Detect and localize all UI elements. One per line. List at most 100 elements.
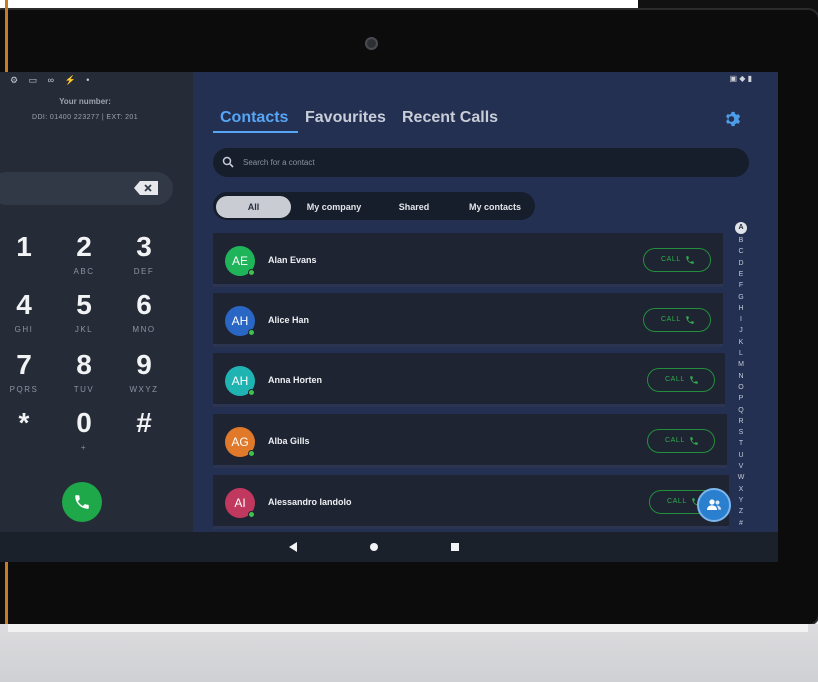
alphabet-letter[interactable]: T xyxy=(733,438,749,449)
alphabet-letter[interactable]: V xyxy=(733,461,749,472)
call-contact-button[interactable]: CALL xyxy=(643,308,711,332)
dial-key[interactable]: 2 ABC xyxy=(54,232,114,277)
status-bar-left: ⚙ ▭ ∞ ⚡ • xyxy=(10,75,94,85)
call-label: CALL xyxy=(665,376,685,383)
alphabet-letter[interactable]: J xyxy=(733,325,749,336)
alphabet-letter[interactable]: D xyxy=(733,258,749,269)
contacts-fab-button[interactable] xyxy=(697,488,731,522)
dial-key-digit: 7 xyxy=(16,349,32,380)
alphabet-letter[interactable]: X xyxy=(733,484,749,495)
dial-key-letters: JKL xyxy=(74,325,94,334)
contact-row[interactable]: AG Alba Gills CALL xyxy=(213,414,727,468)
alphabet-letter[interactable]: E xyxy=(733,269,749,280)
android-nav-bar xyxy=(0,532,778,562)
alphabet-letter[interactable]: P xyxy=(733,393,749,404)
alphabet-letter[interactable]: W xyxy=(733,472,749,483)
camera-icon xyxy=(365,37,378,50)
dial-key[interactable]: * xyxy=(0,408,54,443)
dial-key[interactable]: # xyxy=(114,408,174,443)
contact-name: Anna Horten xyxy=(268,375,322,385)
call-contact-button[interactable]: CALL xyxy=(647,368,715,392)
filter-shared[interactable]: Shared xyxy=(383,196,445,218)
alphabet-letter[interactable]: F xyxy=(733,280,749,291)
recents-icon[interactable] xyxy=(451,543,459,551)
presence-dot xyxy=(248,450,255,457)
dial-key-digit: 8 xyxy=(76,349,92,380)
presence-dot xyxy=(248,389,255,396)
dial-key[interactable]: 5 JKL xyxy=(54,290,114,335)
alphabet-letter[interactable]: K xyxy=(733,337,749,348)
dial-key[interactable]: 3 DEF xyxy=(114,232,174,277)
alphabet-letter[interactable]: Q xyxy=(733,405,749,416)
tab-favourites[interactable]: Favourites xyxy=(305,109,386,127)
tab-recent-calls[interactable]: Recent Calls xyxy=(402,109,498,127)
dial-key-letters: MNO xyxy=(132,325,156,334)
tablet-stand xyxy=(0,624,818,682)
alphabet-letter[interactable]: S xyxy=(733,427,749,438)
dial-key-digit: 1 xyxy=(16,231,32,262)
phone-icon xyxy=(75,495,89,509)
contact-name: Alba Gills xyxy=(268,436,310,446)
presence-dot xyxy=(248,511,255,518)
call-contact-button[interactable]: CALL xyxy=(643,248,711,272)
dial-key[interactable]: 6 MNO xyxy=(114,289,174,335)
alphabet-letter[interactable]: G xyxy=(733,292,749,303)
alphabet-letter[interactable]: O xyxy=(733,382,749,393)
alphabet-letter[interactable]: Z xyxy=(733,506,749,517)
back-icon[interactable] xyxy=(289,542,297,552)
filter-my-company[interactable]: My company xyxy=(296,196,372,218)
call-button[interactable] xyxy=(62,482,102,522)
dial-key-letters: DEF xyxy=(133,267,155,276)
scene: ⚙ ▭ ∞ ⚡ • Your number: DDI: 01400 223277… xyxy=(0,0,818,682)
call-label: CALL xyxy=(661,316,681,323)
phone-icon xyxy=(690,437,698,445)
alphabet-letter[interactable]: I xyxy=(733,314,749,325)
dial-key[interactable]: 1 xyxy=(0,232,54,267)
dial-key-digit: 9 xyxy=(136,349,152,380)
alphabet-letter[interactable]: L xyxy=(733,348,749,359)
alphabet-letter[interactable]: H xyxy=(733,303,749,314)
ddi-line: DDI: 01400 223277 | EXT: 201 xyxy=(31,114,139,121)
home-icon[interactable] xyxy=(370,543,378,551)
call-label: CALL xyxy=(661,256,681,263)
presence-dot xyxy=(248,329,255,336)
phone-icon xyxy=(686,256,694,264)
contact-row[interactable]: AE Alan Evans CALL xyxy=(213,233,723,287)
alphabet-letter[interactable]: C xyxy=(733,246,749,257)
dial-key-digit: 0 xyxy=(76,407,92,438)
alphabet-letter[interactable]: M xyxy=(733,359,749,370)
alphabet-letter[interactable]: # xyxy=(733,518,749,529)
dial-key[interactable]: 0 + xyxy=(54,407,114,453)
alphabet-letter[interactable]: B xyxy=(733,235,749,246)
call-contact-button[interactable]: CALL xyxy=(647,429,715,453)
dial-key[interactable]: 9 WXYZ xyxy=(114,349,174,395)
contact-row[interactable]: AH Alice Han CALL xyxy=(213,293,723,347)
backspace-icon[interactable] xyxy=(134,181,158,195)
filter-my-contacts[interactable]: My contacts xyxy=(458,196,532,218)
search-placeholder: Search for a contact xyxy=(243,158,315,167)
alphabet-letter[interactable]: Y xyxy=(733,495,749,506)
alphabet-index-active[interactable]: A xyxy=(735,222,747,234)
tab-contacts[interactable]: Contacts xyxy=(220,109,288,127)
call-label: CALL xyxy=(667,498,687,505)
alphabet-letter[interactable]: U xyxy=(733,450,749,461)
dialer-panel: ⚙ ▭ ∞ ⚡ • Your number: DDI: 01400 223277… xyxy=(0,72,193,532)
alphabet-letter[interactable]: R xyxy=(733,416,749,427)
dial-key[interactable]: 7 PQRS xyxy=(0,349,54,395)
dial-key[interactable]: 4 GHI xyxy=(0,290,54,335)
alphabet-letter[interactable]: N xyxy=(733,371,749,382)
stand-lip xyxy=(8,624,808,632)
filter-all[interactable]: All xyxy=(216,196,291,218)
tablet-screen: ⚙ ▭ ∞ ⚡ • Your number: DDI: 01400 223277… xyxy=(0,72,778,562)
dial-key[interactable]: 8 TUV xyxy=(54,349,114,395)
contact-row[interactable]: AH Anna Horten CALL xyxy=(213,353,725,407)
contact-row[interactable]: AI Alessandro Iandolo CALL xyxy=(213,475,729,529)
contact-name: Alan Evans xyxy=(268,255,317,265)
dial-key-digit: * xyxy=(18,407,30,438)
dial-key-letters: ABC xyxy=(73,267,95,276)
gear-icon[interactable] xyxy=(723,109,743,129)
your-number-label: Your number: xyxy=(59,97,111,106)
contact-name: Alice Han xyxy=(268,315,310,325)
dial-key-digit: 6 xyxy=(136,289,152,320)
presence-dot xyxy=(248,269,255,276)
